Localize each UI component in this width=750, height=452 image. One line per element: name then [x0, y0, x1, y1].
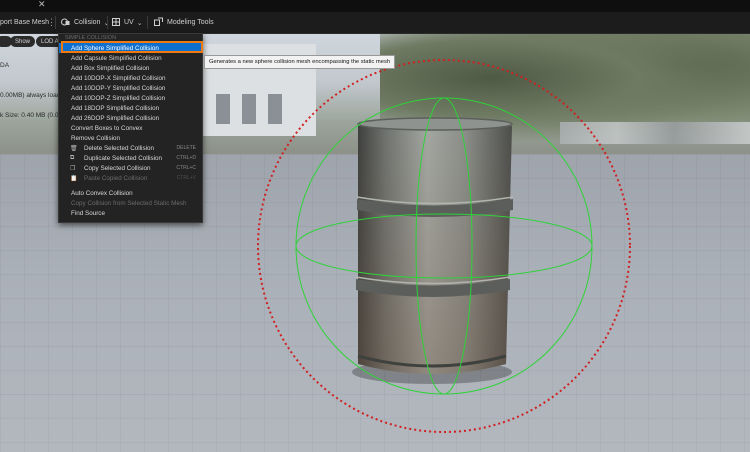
- tab-strip: ✕: [0, 0, 750, 12]
- modeling-tools-icon: [154, 17, 163, 28]
- menu-item-label: Delete Selected Collision: [84, 144, 155, 152]
- base-mesh-label: port Base Mesh: [0, 19, 50, 26]
- menu-item-add-box-collision[interactable]: Add Box Simplified Collision: [59, 63, 202, 73]
- menu-item-label: Add 10DOP-X Simplified Collision: [71, 74, 166, 82]
- copy-icon: ❐: [70, 165, 76, 172]
- close-tab-icon[interactable]: ✕: [38, 0, 46, 10]
- menu-item-label: Copy Collision from Selected Static Mesh: [71, 199, 187, 207]
- modeling-tools-button[interactable]: Modeling Tools: [154, 12, 214, 33]
- menu-item-delete-selected-collision[interactable]: 🗑 Delete Selected Collision DELETE: [59, 143, 202, 153]
- chevron-down-icon: ⌄: [136, 19, 143, 27]
- menu-item-label: Add 10DOP-Y Simplified Collision: [71, 84, 166, 92]
- base-mesh-button[interactable]: port Base Mesh: [0, 12, 49, 33]
- menu-item-auto-convex-collision[interactable]: Auto Convex Collision: [59, 188, 202, 198]
- menu-item-label: Add 18DOP Simplified Collision: [71, 104, 160, 112]
- collision-dropdown-menu: SIMPLE COLLISION Add Sphere Simplified C…: [58, 33, 203, 223]
- menu-item-shortcut: DELETE: [176, 145, 196, 151]
- menu-item-label: Add 26DOP Simplified Collision: [71, 114, 160, 122]
- paste-icon: 📋: [70, 175, 78, 182]
- menu-item-label: Duplicate Selected Collision: [84, 154, 163, 162]
- menu-item-shortcut: CTRL+V: [176, 175, 196, 181]
- menu-item-label: Auto Convex Collision: [71, 189, 133, 197]
- menu-item-paste-copied-collision: 📋 Paste Copied Collision CTRL+V: [59, 173, 202, 183]
- menu-item-label: Add Box Simplified Collision: [71, 64, 150, 72]
- menu-item-label: Convert Boxes to Convex: [71, 124, 143, 132]
- menu-item-label: Remove Collision: [71, 134, 120, 142]
- toolbar: port Base Mesh ⋮ Collision ⌄ UV ⌄ Modeli…: [0, 12, 750, 34]
- menu-item-label: Find Source: [71, 209, 105, 217]
- trash-icon: 🗑: [70, 145, 78, 152]
- menu-item-label: Add Capsule Simplified Collision: [71, 54, 162, 62]
- toolbar-divider: [147, 16, 148, 29]
- menu-item-add-10dop-y-collision[interactable]: Add 10DOP-Y Simplified Collision: [59, 83, 202, 93]
- menu-item-find-source[interactable]: Find Source: [59, 208, 202, 218]
- menu-item-label: Add 10DOP-Z Simplified Collision: [71, 94, 166, 102]
- toolbar-divider: [107, 16, 108, 29]
- menu-item-tooltip: Generates a new sphere collision mesh en…: [204, 55, 396, 69]
- highlight-annotation-box: [61, 41, 203, 53]
- duplicate-icon: ⧉: [70, 154, 75, 161]
- menu-item-copy-collision-from-selected: Copy Collision from Selected Static Mesh: [59, 198, 202, 208]
- menu-item-add-18dop-collision[interactable]: Add 18DOP Simplified Collision: [59, 103, 202, 113]
- menu-item-add-26dop-collision[interactable]: Add 26DOP Simplified Collision: [59, 113, 202, 123]
- collision-menu-label: Collision: [74, 19, 101, 26]
- menu-item-shortcut: CTRL+C: [176, 165, 196, 171]
- toolbar-divider: [55, 16, 56, 29]
- menu-item-label: Paste Copied Collision: [84, 174, 148, 182]
- collision-icon: [61, 18, 70, 28]
- menu-item-add-capsule-collision[interactable]: Add Capsule Simplified Collision: [59, 53, 202, 63]
- menu-item-label: Copy Selected Collision: [84, 164, 151, 172]
- menu-item-duplicate-selected-collision[interactable]: ⧉ Duplicate Selected Collision CTRL+D: [59, 153, 202, 163]
- uv-menu-label: UV: [124, 19, 134, 26]
- menu-item-convert-boxes-to-convex[interactable]: Convert Boxes to Convex: [59, 123, 202, 133]
- menu-item-copy-selected-collision[interactable]: ❐ Copy Selected Collision CTRL+C: [59, 163, 202, 173]
- menu-item-add-10dop-z-collision[interactable]: Add 10DOP-Z Simplified Collision: [59, 93, 202, 103]
- menu-item-shortcut: CTRL+D: [176, 155, 196, 161]
- menu-item-remove-collision[interactable]: Remove Collision: [59, 133, 202, 143]
- menu-item-add-10dop-x-collision[interactable]: Add 10DOP-X Simplified Collision: [59, 73, 202, 83]
- modeling-tools-label: Modeling Tools: [167, 19, 214, 26]
- uv-grid-icon: [112, 17, 120, 28]
- uv-menu-button[interactable]: UV ⌄: [112, 12, 143, 33]
- barrel-top-rim: [357, 117, 513, 131]
- collision-menu-button[interactable]: Collision ⌄: [61, 12, 109, 33]
